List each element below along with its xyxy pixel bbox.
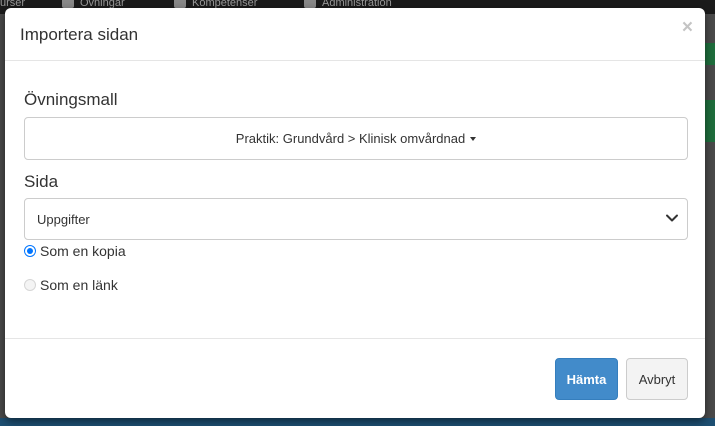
import-page-modal: Importera sidan × Övningsmall Praktik: G… bbox=[5, 8, 705, 418]
radio-label: Som en kopia bbox=[40, 243, 126, 259]
checkbox-icon bbox=[62, 0, 74, 8]
modal-footer-divider bbox=[5, 338, 705, 339]
cancel-button[interactable]: Avbryt bbox=[626, 358, 688, 400]
radio-button-unchecked[interactable] bbox=[24, 279, 36, 291]
fetch-button[interactable]: Hämta bbox=[555, 358, 618, 400]
modal-title: Importera sidan bbox=[20, 25, 139, 44]
close-icon[interactable]: × bbox=[682, 18, 693, 38]
radio-copy[interactable]: Som en kopia bbox=[24, 243, 126, 259]
radio-button-checked[interactable] bbox=[24, 245, 36, 257]
chevron-down-icon bbox=[666, 214, 678, 222]
template-dropdown-button[interactable]: Praktik: Grundvård > Klinisk omvårdnad bbox=[24, 117, 688, 160]
chart-icon bbox=[174, 0, 186, 8]
template-value: Praktik: Grundvård > Klinisk omvårdnad bbox=[235, 131, 466, 146]
background-green-bar bbox=[705, 100, 715, 142]
radio-label: Som en länk bbox=[40, 277, 118, 293]
page-label: Sida bbox=[24, 172, 59, 191]
radio-link[interactable]: Som en länk bbox=[24, 277, 118, 293]
modal-header: Importera sidan × bbox=[5, 8, 705, 61]
page-select[interactable]: Uppgifter bbox=[24, 198, 688, 240]
template-label: Övningsmall bbox=[24, 90, 118, 109]
background-green-bar bbox=[705, 43, 715, 65]
page-select-value: Uppgifter bbox=[37, 212, 90, 227]
caret-down-icon bbox=[470, 136, 477, 141]
users-icon bbox=[304, 0, 316, 8]
background-footer bbox=[0, 418, 715, 426]
